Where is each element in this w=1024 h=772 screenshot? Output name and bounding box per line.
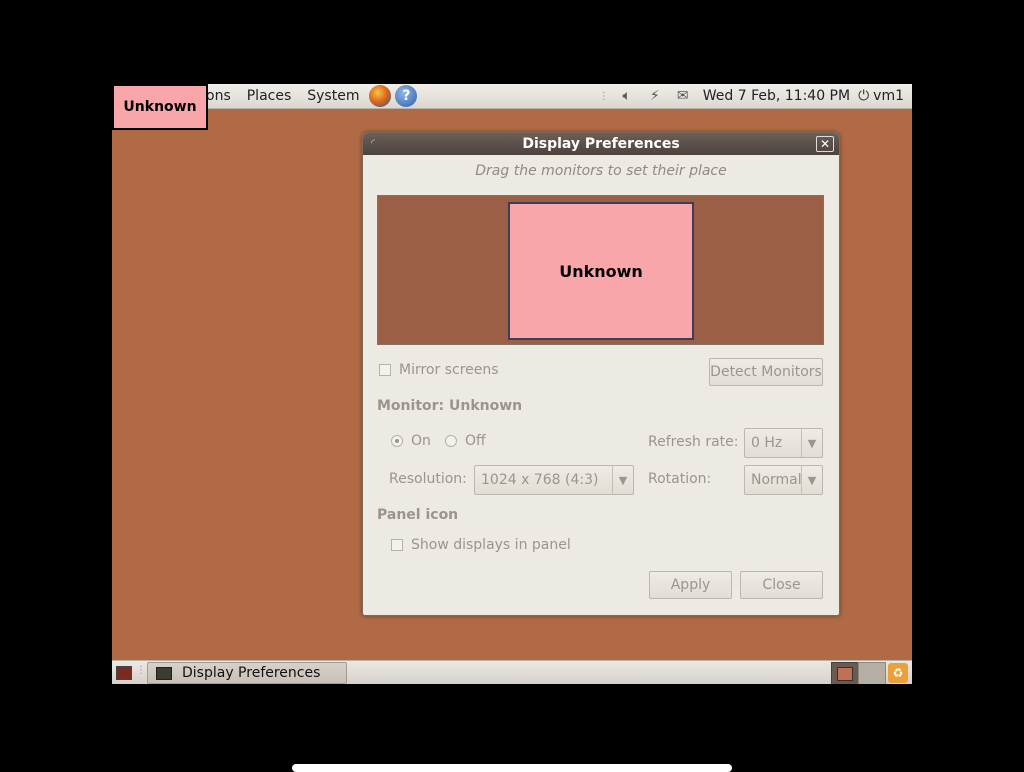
show-displays-label: Show displays in panel	[411, 537, 571, 553]
menu-places[interactable]: Places	[239, 84, 300, 108]
resolution-label: Resolution:	[389, 471, 467, 487]
firefox-icon[interactable]	[369, 85, 392, 107]
panel-icon-heading: Panel icon	[377, 507, 459, 523]
on-radio[interactable]	[391, 435, 403, 447]
task-label: Display Preferences	[182, 665, 321, 681]
show-displays-checkbox[interactable]	[391, 539, 403, 551]
system-tray: ⋮ 🔈︎ ⚡︎ ✉︎ Wed 7 Feb, 11:40 PM ⏻ vm1	[595, 84, 912, 108]
on-radio-row[interactable]: On	[391, 433, 431, 449]
monitor-unknown[interactable]: Unknown	[508, 202, 694, 340]
resolution-select[interactable]: 1024 x 768 (4:3) ▼	[474, 465, 634, 495]
rotation-label: Rotation:	[648, 471, 712, 487]
menu-system[interactable]: System	[299, 84, 367, 108]
refresh-rate-value: 0 Hz	[751, 435, 783, 451]
mail-icon[interactable]: ✉︎	[672, 88, 694, 104]
monitor-heading: Monitor: Unknown	[377, 398, 523, 414]
tray-separator: ⋮	[598, 90, 609, 102]
dialog-titlebar[interactable]: ◜ Display Preferences ✕	[363, 133, 839, 155]
show-desktop-icon[interactable]	[116, 666, 132, 680]
panel-separator: ⋮	[136, 665, 146, 676]
chevron-down-icon: ▼	[801, 429, 822, 457]
top-panel: ons Places System ? ⋮ 🔈︎ ⚡︎ ✉︎ Wed 7 Feb…	[112, 84, 912, 109]
monitor-arrangement-area[interactable]: Unknown	[377, 195, 824, 345]
clock[interactable]: Wed 7 Feb, 11:40 PM	[697, 88, 858, 104]
desktop: ons Places System ? ⋮ 🔈︎ ⚡︎ ✉︎ Wed 7 Feb…	[112, 84, 912, 684]
chevron-down-icon: ▼	[612, 466, 633, 494]
close-icon[interactable]: ✕	[816, 136, 834, 152]
mirror-screens-row[interactable]: Mirror screens	[379, 362, 499, 378]
detect-monitors-button[interactable]: Detect Monitors	[709, 358, 823, 386]
user-menu[interactable]: vm1	[873, 88, 912, 104]
workspace-2[interactable]	[858, 662, 886, 684]
volume-icon[interactable]: 🔈︎	[616, 88, 638, 104]
apply-button[interactable]: Apply	[649, 571, 732, 599]
workspace-1[interactable]	[831, 662, 859, 684]
monitor-identify-label: Unknown	[112, 84, 208, 130]
bottom-panel: ⋮ Display Preferences ♻︎	[112, 660, 912, 684]
off-radio-row[interactable]: Off	[445, 433, 486, 449]
trash-icon[interactable]: ♻︎	[888, 663, 908, 683]
mirror-screens-label: Mirror screens	[399, 362, 499, 378]
show-displays-row[interactable]: Show displays in panel	[391, 537, 571, 553]
off-label: Off	[465, 433, 486, 449]
rotation-select[interactable]: Normal ▼	[744, 465, 823, 495]
help-icon[interactable]: ?	[395, 85, 418, 107]
resolution-value: 1024 x 768 (4:3)	[481, 472, 599, 488]
chevron-down-icon: ▼	[801, 466, 822, 494]
dialog-title: Display Preferences	[522, 136, 680, 152]
drag-hint: Drag the monitors to set their place	[475, 163, 727, 179]
screen-bottom-bar	[292, 764, 732, 772]
rotation-value: Normal	[751, 472, 801, 488]
power-icon[interactable]: ⏻	[858, 88, 873, 104]
display-icon	[156, 666, 172, 680]
off-radio[interactable]	[445, 435, 457, 447]
window-menu-icon[interactable]: ◜	[371, 133, 375, 155]
refresh-rate-select[interactable]: 0 Hz ▼	[744, 428, 823, 458]
on-label: On	[411, 433, 431, 449]
task-display-preferences[interactable]: Display Preferences	[147, 662, 347, 684]
close-button[interactable]: Close	[740, 571, 823, 599]
network-icon[interactable]: ⚡︎	[644, 88, 666, 104]
mirror-screens-checkbox[interactable]	[379, 364, 391, 376]
workspace-window-thumb	[837, 666, 853, 681]
display-preferences-dialog: ◜ Display Preferences ✕ Drag the monitor…	[362, 132, 840, 616]
refresh-rate-label: Refresh rate:	[648, 434, 739, 450]
